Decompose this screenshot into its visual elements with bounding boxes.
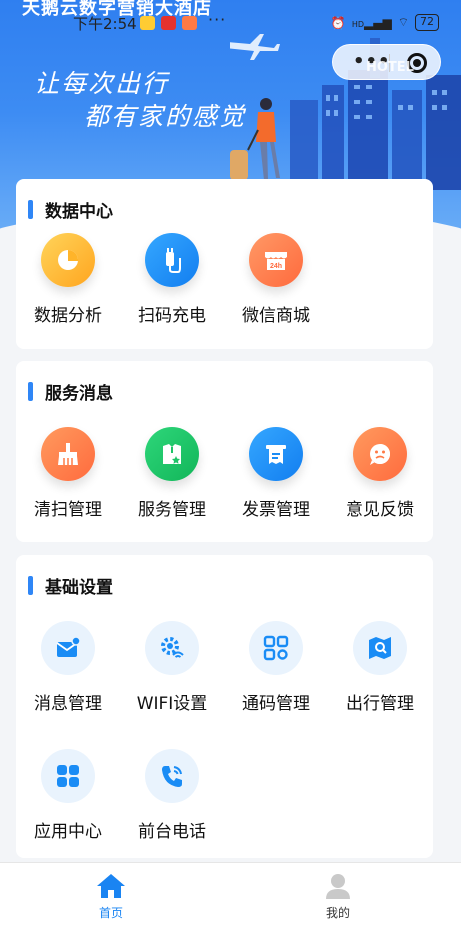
signal-icon: HD▂▄▆ — [351, 15, 392, 30]
item-label: 数据分析 — [34, 306, 102, 326]
front-desk-phone-item[interactable]: 前台电话 — [120, 749, 224, 842]
cleaning-management-item[interactable]: 清扫管理 — [16, 427, 120, 520]
item-label: 服务管理 — [138, 500, 206, 520]
battery-icon: 72 — [415, 14, 439, 31]
invoice-management-item[interactable]: 发票管理 — [224, 427, 328, 520]
item-label: 通码管理 — [242, 694, 310, 714]
tab-mine-label: 我的 — [325, 906, 350, 920]
invoice-icon — [249, 427, 303, 481]
taobao-icon — [182, 16, 197, 30]
svg-text:24h: 24h — [270, 263, 282, 270]
item-label: 前台电话 — [138, 822, 206, 842]
wechat-mall-item[interactable]: 24h 微信商城 — [224, 233, 328, 326]
home-icon — [97, 874, 125, 898]
bottom-tab-bar: 首页 我的 — [0, 862, 461, 931]
section-title: 基础设置 — [28, 575, 113, 598]
item-label: 发票管理 — [242, 500, 310, 520]
hotel-sign: HOTEL — [366, 60, 414, 75]
item-label: 意见反馈 — [346, 500, 414, 520]
item-label: 清扫管理 — [34, 500, 102, 520]
data-center-card: 数据中心 数据分析 扫码充电 24h 微信商城 — [16, 179, 433, 349]
status-more: ··· — [208, 10, 227, 29]
travel-management-item[interactable]: 出行管理 — [328, 621, 432, 714]
slogan-line1: 让每次出行 — [34, 69, 170, 98]
data-analysis-item[interactable]: 数据分析 — [16, 233, 120, 326]
feedback-item[interactable]: 意见反馈 — [328, 427, 432, 520]
code-management-item[interactable]: 通码管理 — [224, 621, 328, 714]
user-profile-icon — [326, 874, 350, 899]
scan-charge-item[interactable]: 扫码充电 — [120, 233, 224, 326]
basic-settings-card: 基础设置 消息管理 WIFI设置 通码管理 出行管理 应用中心 前台电话 — [16, 555, 433, 858]
app-center-item[interactable]: 应用中心 — [16, 749, 120, 842]
message-envelope-icon — [41, 621, 95, 675]
phone-icon — [145, 749, 199, 803]
item-label: WIFI设置 — [136, 694, 208, 714]
section-title: 服务消息 — [28, 381, 113, 404]
title-accent-bar — [28, 381, 33, 401]
qr-code-icon — [249, 621, 303, 675]
service-management-item[interactable]: 服务管理 — [120, 427, 224, 520]
feedback-face-icon — [353, 427, 407, 481]
item-label: 扫码充电 — [138, 306, 206, 326]
title-accent-bar — [28, 199, 33, 219]
status-right-group: ⏰ HD▂▄▆ ⌔ 72 — [331, 14, 439, 31]
app-grid-icon — [41, 749, 95, 803]
status-time: 下午2:54 — [73, 15, 137, 33]
item-label: 应用中心 — [34, 822, 102, 842]
tab-home-label: 首页 — [98, 906, 123, 920]
item-label: 出行管理 — [346, 694, 414, 714]
service-star-icon — [145, 427, 199, 481]
broom-icon — [41, 427, 95, 481]
app-notification-icon — [161, 16, 176, 30]
title-accent-bar — [28, 575, 33, 595]
slogan-line2: 都有家的感觉 — [84, 102, 247, 131]
page: 天鹅云数字营销大酒店 下午2:54 ··· ⏰ HD▂▄▆ ⌔ 72 ••• H… — [0, 0, 461, 931]
item-label: 消息管理 — [34, 694, 102, 714]
item-label: 微信商城 — [242, 306, 310, 326]
wifi-settings-item[interactable]: WIFI设置 — [120, 621, 224, 714]
charging-plug-icon — [145, 233, 199, 287]
wifi-icon: ⌔ — [397, 15, 409, 29]
message-management-item[interactable]: 消息管理 — [16, 621, 120, 714]
wifi-gear-icon — [145, 621, 199, 675]
service-message-card: 服务消息 清扫管理 服务管理 发票管理 意见反馈 — [16, 361, 433, 542]
section-title: 数据中心 — [28, 199, 113, 222]
tab-home[interactable]: 首页 — [71, 873, 151, 921]
status-bar: 下午2:54 ··· ⏰ HD▂▄▆ ⌔ 72 — [0, 10, 461, 36]
alarm-icon: ⏰ — [330, 15, 346, 30]
pie-chart-icon — [41, 233, 95, 287]
store-24h-icon: 24h — [249, 233, 303, 287]
map-search-icon — [353, 621, 407, 675]
weibo-icon — [140, 16, 155, 30]
tab-mine[interactable]: 我的 — [298, 873, 378, 921]
